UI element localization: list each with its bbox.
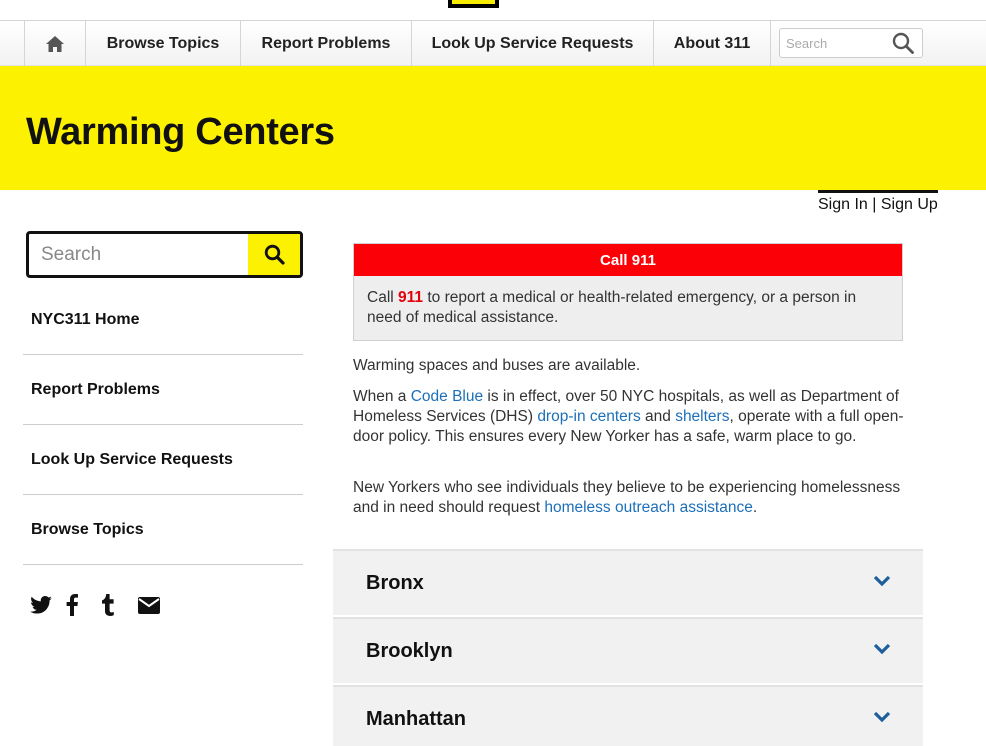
sidebar-search-box (26, 231, 303, 278)
email-icon[interactable] (138, 593, 174, 617)
main-nav: Browse Topics Report Problems Look Up Se… (0, 21, 986, 66)
accordion-brooklyn[interactable]: Brooklyn (333, 617, 923, 683)
code-blue-link[interactable]: Code Blue (411, 388, 483, 405)
sign-in-link[interactable]: Sign In (818, 196, 868, 213)
nav-search-input[interactable] (786, 34, 886, 52)
emergency-alert-box: Call 911 Call 911 to report a medical or… (353, 243, 903, 341)
social-links (30, 593, 174, 617)
accordion-label: Bronx (366, 572, 424, 594)
sidebar-item-report-problems[interactable]: Report Problems (23, 355, 303, 425)
text-segment: When a (353, 388, 411, 405)
shelters-link[interactable]: shelters (675, 408, 729, 425)
homeless-outreach-link[interactable]: homeless outreach assistance (544, 499, 753, 516)
nyc311-logo[interactable] (448, 0, 499, 8)
text-segment: . (752, 499, 758, 516)
page-banner: Warming Centers (0, 66, 986, 190)
account-links: Sign In | Sign Up (818, 190, 938, 214)
nav-look-up-service-requests[interactable]: Look Up Service Requests (411, 21, 653, 66)
page-title: Warming Centers (26, 111, 335, 153)
chevron-down-icon (873, 574, 891, 592)
alert-text-suffix: to report a medical or health-related em… (367, 289, 857, 326)
accordion-bronx[interactable]: Bronx (333, 549, 923, 615)
facebook-icon[interactable] (66, 593, 102, 617)
sidebar-search-button[interactable] (248, 234, 300, 275)
alert-emergency-number: 911 (398, 289, 424, 306)
sidebar-search-input[interactable] (41, 243, 241, 267)
sign-up-link[interactable]: Sign Up (881, 196, 938, 213)
drop-in-centers-link[interactable]: drop-in centers (537, 408, 640, 425)
text-segment: and (640, 408, 676, 425)
account-separator: | (867, 196, 881, 213)
sidebar-item-nyc311-home[interactable]: NYC311 Home (23, 285, 303, 355)
tumblr-icon[interactable] (102, 593, 138, 617)
sidebar-item-browse-topics[interactable]: Browse Topics (23, 495, 303, 565)
nav-report-problems[interactable]: Report Problems (240, 21, 411, 66)
search-icon[interactable] (892, 32, 914, 59)
search-icon (264, 244, 285, 265)
chevron-down-icon (873, 710, 891, 728)
code-blue-paragraph: When a Code Blue is in effect, over 50 N… (353, 387, 908, 447)
accordion-label: Manhattan (366, 708, 466, 730)
nav-home-button[interactable] (24, 21, 85, 66)
accordion-manhattan[interactable]: Manhattan (333, 685, 923, 746)
twitter-icon[interactable] (30, 593, 66, 617)
sidebar-menu: NYC311 Home Report Problems Look Up Serv… (23, 285, 303, 565)
alert-text-prefix: Call (367, 289, 399, 306)
nav-search-box (779, 28, 923, 58)
intro-paragraph: Warming spaces and buses are available. (353, 357, 641, 374)
nav-about-311[interactable]: About 311 (653, 21, 771, 66)
chevron-down-icon (873, 642, 891, 660)
nav-browse-topics[interactable]: Browse Topics (85, 21, 240, 66)
alert-body: Call 911 to report a medical or health-r… (354, 276, 902, 340)
alert-heading: Call 911 (354, 244, 902, 276)
sidebar-item-look-up-service-requests[interactable]: Look Up Service Requests (23, 425, 303, 495)
outreach-paragraph: New Yorkers who see individuals they bel… (353, 478, 908, 518)
home-icon (46, 35, 64, 52)
accordion-label: Brooklyn (366, 640, 453, 662)
